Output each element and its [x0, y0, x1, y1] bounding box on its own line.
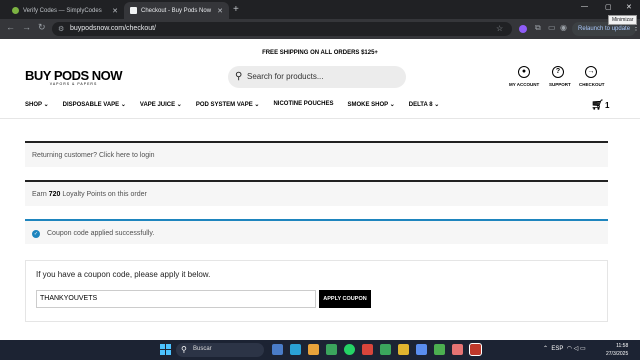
info-icon: ✓ — [32, 230, 40, 238]
nav-item-nicotine-pouches[interactable]: NICOTINE POUCHES — [273, 101, 333, 108]
chrome-profile-5-icon[interactable] — [434, 344, 445, 355]
browser-toolbar: ← → ↻ ⚙ buypodsnow.com/checkout/ ☆ ⧉ ▭ ◉… — [0, 19, 640, 39]
apply-coupon-button[interactable]: APPLY COUPON — [319, 290, 371, 308]
nav-item-delta-8[interactable]: DELTA 8 ⌄ — [409, 101, 440, 108]
split-view-icon[interactable]: ▭ — [548, 23, 556, 32]
chrome-profile-icon[interactable] — [362, 344, 373, 355]
close-tab-icon[interactable]: ✕ — [112, 7, 118, 15]
main-nav: SHOP ⌄ DISPOSABLE VAPE ⌄ VAPE JUICE ⌄ PO… — [25, 101, 439, 108]
nav-item-smoke-shop[interactable]: SMOKE SHOP ⌄ — [347, 101, 394, 108]
tab-title: Checkout - Buy Pods Now — [141, 7, 212, 14]
task-view-icon[interactable] — [272, 344, 283, 355]
coupon-success-notice: ✓ Coupon code applied successfully. — [25, 219, 608, 244]
clock-time: 11:58 — [616, 343, 629, 349]
loyalty-suffix: Loyalty Points on this order — [62, 191, 147, 198]
buypodsnow-favicon-icon — [130, 7, 137, 14]
reload-icon[interactable]: ↻ — [38, 22, 46, 33]
my-account-link[interactable]: MY ACCOUNT — [509, 82, 539, 87]
extension-icon[interactable] — [519, 25, 527, 33]
taskbar-clock[interactable]: 11:58 27/3/2025 — [606, 342, 628, 358]
loyalty-points-notice: Earn 720 Loyalty Points on this order — [25, 180, 608, 206]
tab-checkout[interactable]: Checkout - Buy Pods Now ✕ — [124, 2, 229, 19]
extensions-puzzle-icon[interactable]: ⧉ — [535, 23, 541, 33]
system-tray[interactable]: ⌃ ESP ◠ ◁ ▭ — [543, 345, 586, 352]
site-info-icon[interactable]: ⚙ — [58, 25, 64, 33]
promo-banner: FREE SHIPPING ON ALL ORDERS $125+ — [262, 50, 378, 56]
loyalty-prefix: Earn — [32, 191, 47, 198]
browser-tab-bar: Verify Codes — SimplyCodes ✕ Checkout - … — [0, 0, 640, 19]
url-text: buypodsnow.com/checkout/ — [70, 25, 156, 32]
chrome-profile-3-icon[interactable] — [398, 344, 409, 355]
tab-title: Verify Codes — SimplyCodes — [23, 7, 102, 14]
minimize-tooltip: Minimizar — [608, 15, 638, 25]
support-link[interactable]: SUPPORT — [549, 82, 571, 87]
arrow-right-circle-icon[interactable]: → — [585, 66, 597, 78]
back-icon[interactable]: ← — [6, 22, 15, 32]
tray-chevron-icon: ⌃ — [543, 346, 549, 352]
plus-icon[interactable]: + — [233, 4, 239, 15]
telegram-icon[interactable] — [290, 344, 301, 355]
search-icon: ⚲ — [235, 71, 243, 82]
address-bar[interactable]: ⚙ buypodsnow.com/checkout/ ☆ — [52, 22, 512, 36]
nav-item-vape-juice[interactable]: VAPE JUICE ⌄ — [140, 101, 182, 108]
clock-date: 27/3/2025 — [606, 351, 629, 357]
chevron-down-icon: ⌄ — [434, 102, 440, 108]
bookmark-star-icon[interactable]: ☆ — [496, 24, 503, 33]
volume-icon: ◁ — [573, 346, 579, 352]
battery-icon: ▭ — [579, 346, 586, 352]
logo-text: BUY PODS NOW — [25, 68, 123, 83]
search-icon: ⚲ — [181, 345, 187, 354]
taskbar-search-label: Buscar — [193, 346, 212, 352]
nav-item-disposable-vape[interactable]: DISPOSABLE VAPE ⌄ — [63, 101, 126, 108]
header-divider — [0, 118, 640, 119]
wifi-icon: ◠ — [566, 346, 572, 352]
search-placeholder: Search for products... — [247, 72, 324, 81]
login-link[interactable]: Click here to login — [99, 152, 155, 159]
chevron-down-icon: ⌄ — [176, 102, 182, 108]
search-input[interactable]: ⚲ Search for products... — [228, 66, 406, 88]
chrome-icon[interactable] — [326, 344, 337, 355]
loyalty-points-value: 720 — [48, 191, 61, 198]
simplycodes-favicon-icon — [12, 7, 19, 14]
forward-icon[interactable]: → — [22, 22, 31, 32]
profile-icon[interactable]: ◉ — [560, 23, 567, 32]
minimize-icon[interactable]: — — [581, 3, 588, 10]
maximize-icon[interactable]: ▢ — [605, 3, 612, 11]
close-tab-icon[interactable]: ✕ — [217, 7, 223, 15]
nav-item-shop[interactable]: SHOP ⌄ — [25, 101, 49, 108]
returning-customer-notice: Returning customer? Click here to login — [25, 141, 608, 167]
language-indicator: ESP — [551, 346, 564, 352]
cart-count: 1 — [605, 101, 610, 110]
active-chrome-icon[interactable] — [469, 343, 482, 356]
chrome-profile-4-icon[interactable] — [416, 344, 427, 355]
coupon-success-text: Coupon code applied successfully. — [47, 230, 155, 237]
whatsapp-icon[interactable] — [344, 344, 355, 355]
checkout-link[interactable]: CHECKOUT — [579, 82, 605, 87]
coupon-code-input[interactable]: THANKYOUVETS — [36, 290, 316, 308]
chevron-down-icon: ⌄ — [120, 102, 126, 108]
taskbar-search[interactable]: ⚲ Buscar — [176, 343, 264, 357]
cart-icon[interactable]: 🛒︎ — [591, 100, 604, 111]
coupon-form: If you have a coupon code, please apply … — [25, 260, 608, 322]
chevron-down-icon: ⌄ — [254, 102, 260, 108]
file-explorer-icon[interactable] — [308, 344, 319, 355]
help-icon[interactable]: ? — [552, 66, 564, 78]
chrome-profile-6-icon[interactable] — [452, 344, 463, 355]
site-logo[interactable]: BUY PODS NOW VAPORS & PAPERS — [25, 68, 123, 86]
windows-taskbar: ⚲ Buscar ⌃ ESP ◠ ◁ ▭ 11:58 27/3/2025 — [0, 340, 640, 360]
tab-verify-codes[interactable]: Verify Codes — SimplyCodes ✕ — [6, 2, 124, 19]
returning-customer-text: Returning customer? — [32, 152, 97, 159]
account-icon[interactable]: ● — [518, 66, 530, 78]
nav-item-pod-system-vape[interactable]: POD SYSTEM VAPE ⌄ — [196, 101, 260, 108]
close-icon[interactable]: ✕ — [626, 3, 632, 11]
chevron-down-icon: ⌄ — [389, 102, 395, 108]
chevron-down-icon: ⌄ — [43, 102, 49, 108]
coupon-prompt: If you have a coupon code, please apply … — [36, 270, 211, 279]
windows-start-icon[interactable] — [160, 344, 171, 355]
chrome-profile-2-icon[interactable] — [380, 344, 391, 355]
